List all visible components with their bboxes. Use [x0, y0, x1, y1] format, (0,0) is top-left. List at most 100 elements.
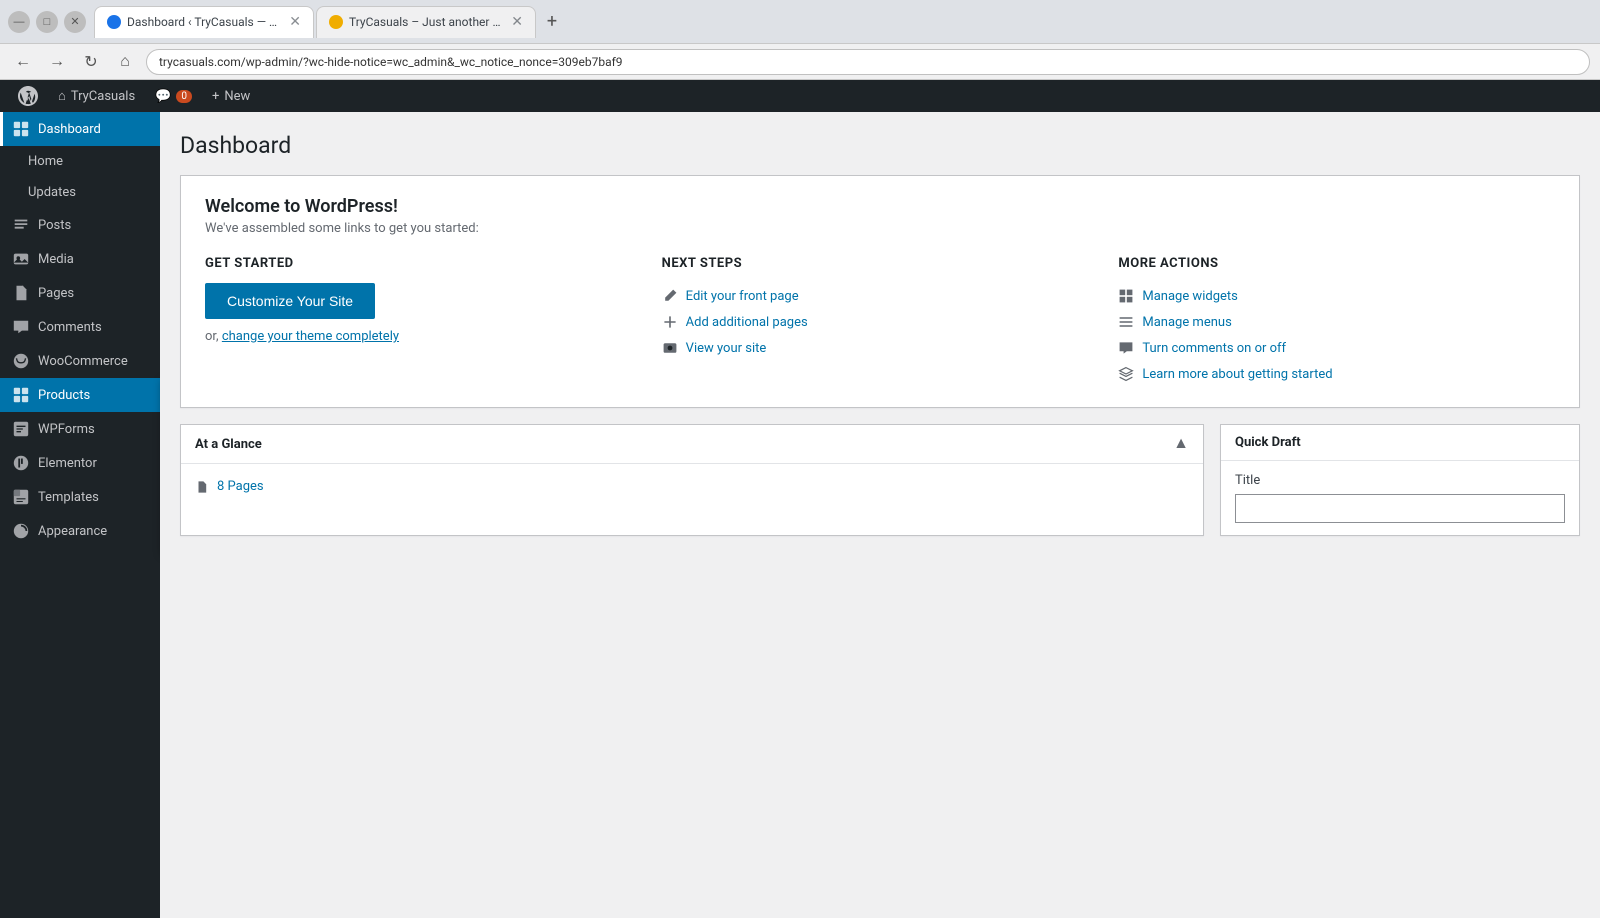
- sidebar-item-products[interactable]: Products: [0, 378, 160, 412]
- plus-icon: [662, 314, 678, 330]
- manage-widgets-link[interactable]: Manage widgets: [1142, 289, 1238, 304]
- quick-draft-content: Title: [1221, 461, 1579, 535]
- more-action-1: Manage widgets: [1118, 283, 1555, 309]
- or-text: or,: [205, 329, 219, 344]
- next-step-2: Add additional pages: [662, 309, 1099, 335]
- appearance-label: Appearance: [38, 524, 148, 539]
- templates-label: Templates: [38, 490, 148, 505]
- dashboard-icon: [12, 120, 30, 138]
- menu-icon: [1118, 314, 1134, 330]
- woocommerce-icon: [12, 352, 30, 370]
- close-btn[interactable]: ✕: [64, 11, 86, 33]
- customize-site-btn[interactable]: Customize Your Site: [205, 283, 375, 319]
- more-actions-col: More Actions Manage widgets Manage menus: [1118, 256, 1555, 387]
- quick-draft-title-input[interactable]: [1235, 494, 1565, 523]
- tab-close-2[interactable]: ✕: [511, 14, 523, 30]
- sidebar-item-dashboard[interactable]: Dashboard: [0, 112, 160, 146]
- more-actions-list: Manage widgets Manage menus Turn comment…: [1118, 283, 1555, 387]
- welcome-panel: Welcome to WordPress! We've assembled so…: [180, 175, 1580, 408]
- next-step-3: View your site: [662, 335, 1099, 361]
- tabs-bar: Dashboard ‹ TryCasuals — Word… ✕ TryCasu…: [94, 6, 1592, 38]
- main-content: Dashboard Welcome to WordPress! We've as…: [160, 112, 1600, 918]
- sidebar-item-pages[interactable]: Pages: [0, 276, 160, 310]
- learn-more-link[interactable]: Learn more about getting started: [1142, 367, 1332, 382]
- manage-menus-link[interactable]: Manage menus: [1142, 315, 1231, 330]
- minimize-btn[interactable]: —: [8, 11, 30, 33]
- sidebar-item-appearance[interactable]: Appearance: [0, 514, 160, 548]
- more-action-3: Turn comments on or off: [1118, 335, 1555, 361]
- more-action-4: Learn more about getting started: [1118, 361, 1555, 387]
- sidebar-item-media[interactable]: Media: [0, 242, 160, 276]
- dashboard-bottom: At a Glance ▲ 8 Pages Quick Draft Title: [180, 424, 1580, 536]
- posts-icon: [12, 216, 30, 234]
- wp-admin: Dashboard Home Updates Posts Media: [0, 112, 1600, 918]
- sidebar: Dashboard Home Updates Posts Media: [0, 112, 160, 918]
- welcome-columns: Get Started Customize Your Site or, chan…: [205, 256, 1555, 387]
- view-icon: [662, 340, 678, 356]
- address-bar[interactable]: trycasuals.com/wp-admin/?wc-hide-notice=…: [146, 49, 1590, 75]
- next-steps-list: Edit your front page Add additional page…: [662, 283, 1099, 361]
- new-item[interactable]: + New: [202, 80, 260, 112]
- edit-front-page-link[interactable]: Edit your front page: [686, 289, 799, 304]
- sidebar-item-elementor[interactable]: Elementor: [0, 446, 160, 480]
- at-glance-header: At a Glance ▲: [181, 425, 1203, 464]
- wp-admin-bar: ⌂ TryCasuals 💬 0 + New: [0, 80, 1600, 112]
- turn-comments-icon: [1118, 340, 1134, 356]
- sidebar-item-posts[interactable]: Posts: [0, 208, 160, 242]
- tab-favicon-2: [329, 15, 343, 29]
- new-tab-btn[interactable]: +: [538, 8, 566, 36]
- tab-close-1[interactable]: ✕: [289, 14, 301, 30]
- sidebar-item-updates[interactable]: Updates: [0, 177, 160, 208]
- sidebar-item-home[interactable]: Home: [0, 146, 160, 177]
- welcome-title: Welcome to WordPress!: [205, 196, 1555, 217]
- next-steps-col: Next Steps Edit your front page Add addi…: [662, 256, 1099, 387]
- reload-btn[interactable]: ↻: [78, 49, 104, 75]
- sidebar-item-woocommerce[interactable]: WooCommerce: [0, 344, 160, 378]
- at-glance-title: At a Glance: [195, 437, 262, 452]
- at-glance-collapse-btn[interactable]: ▲: [1173, 435, 1189, 453]
- sidebar-item-wpforms[interactable]: WPForms: [0, 412, 160, 446]
- sidebar-item-comments[interactable]: Comments: [0, 310, 160, 344]
- at-glance-pages: 8 Pages: [195, 476, 1189, 497]
- home-label: Home: [28, 154, 148, 169]
- change-theme-link[interactable]: change your theme completely: [222, 329, 399, 344]
- posts-label: Posts: [38, 218, 148, 233]
- wp-logo-item[interactable]: [8, 80, 48, 112]
- woocommerce-label: WooCommerce: [38, 354, 148, 369]
- quick-draft-title-label: Title: [1235, 473, 1260, 488]
- wpforms-icon: [12, 420, 30, 438]
- tab-favicon-1: [107, 15, 121, 29]
- elementor-icon: [12, 454, 30, 472]
- browser-chrome: — □ ✕ Dashboard ‹ TryCasuals — Word… ✕ T…: [0, 0, 1600, 44]
- sidebar-item-templates[interactable]: Templates: [0, 480, 160, 514]
- tab-1[interactable]: Dashboard ‹ TryCasuals — Word… ✕: [94, 6, 314, 38]
- quick-draft-header: Quick Draft: [1221, 425, 1579, 461]
- pages-count-icon: [195, 480, 209, 494]
- templates-icon: [12, 488, 30, 506]
- next-steps-title: Next Steps: [662, 256, 1099, 271]
- quick-draft-box: Quick Draft Title: [1220, 424, 1580, 536]
- products-icon: [12, 386, 30, 404]
- comments-item[interactable]: 💬 0: [145, 80, 202, 112]
- wp-logo-icon: [18, 86, 38, 106]
- plus-icon-ab: +: [212, 89, 219, 104]
- back-btn[interactable]: ←: [10, 49, 36, 75]
- products-container: Products All Products Add New Categories…: [0, 378, 160, 412]
- products-label: Products: [38, 388, 148, 403]
- add-pages-link[interactable]: Add additional pages: [686, 315, 808, 330]
- pages-count-link[interactable]: 8 Pages: [217, 479, 264, 494]
- tab-2[interactable]: TryCasuals – Just another WordP… ✕: [316, 6, 536, 38]
- page-title: Dashboard: [180, 132, 1580, 159]
- pages-icon: [12, 284, 30, 302]
- home-btn[interactable]: ⌂: [112, 49, 138, 75]
- dashboard-label: Dashboard: [38, 122, 148, 137]
- forward-btn[interactable]: →: [44, 49, 70, 75]
- view-site-link[interactable]: View your site: [686, 341, 767, 356]
- new-label: New: [224, 89, 250, 104]
- tab-title-1: Dashboard ‹ TryCasuals — Word…: [127, 15, 283, 29]
- get-started-title: Get Started: [205, 256, 642, 271]
- site-name-item[interactable]: ⌂ TryCasuals: [48, 80, 145, 112]
- comments-toggle-link[interactable]: Turn comments on or off: [1142, 341, 1286, 356]
- maximize-btn[interactable]: □: [36, 11, 58, 33]
- address-text: trycasuals.com/wp-admin/?wc-hide-notice=…: [159, 55, 623, 69]
